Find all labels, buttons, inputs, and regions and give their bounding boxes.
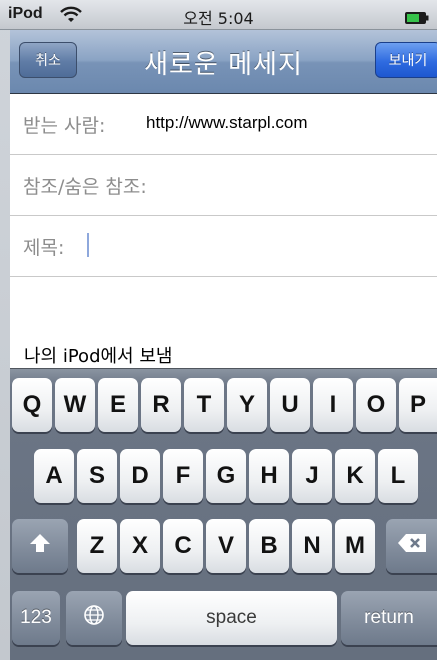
subject-field[interactable]: 제목: bbox=[10, 216, 437, 277]
shift-key[interactable] bbox=[12, 519, 68, 573]
to-label: 받는 사람: bbox=[23, 115, 106, 137]
key-u[interactable]: U bbox=[270, 378, 310, 432]
key-v[interactable]: V bbox=[206, 519, 246, 573]
message-signature[interactable]: 나의 iPod에서 보냄 bbox=[24, 342, 172, 368]
send-button[interactable]: 보내기 bbox=[375, 42, 437, 78]
key-p[interactable]: P bbox=[399, 378, 437, 432]
key-e[interactable]: E bbox=[98, 378, 138, 432]
key-k[interactable]: K bbox=[335, 449, 375, 503]
status-time: 오전 5:04 bbox=[183, 9, 254, 28]
globe-key[interactable] bbox=[66, 591, 122, 645]
nav-bar: 취소 새로운 메세지 보내기 bbox=[10, 30, 437, 94]
key-y[interactable]: Y bbox=[227, 378, 267, 432]
to-field[interactable]: 받는 사람: http://www.starpl.com bbox=[10, 94, 437, 155]
to-value[interactable]: http://www.starpl.com bbox=[146, 113, 308, 133]
keyboard: Q W E R T Y U I O P A S D F G H J K L Z … bbox=[10, 368, 437, 660]
key-g[interactable]: G bbox=[206, 449, 246, 503]
key-j[interactable]: J bbox=[292, 449, 332, 503]
globe-icon bbox=[83, 604, 105, 633]
delete-key[interactable] bbox=[386, 519, 437, 573]
text-cursor bbox=[87, 233, 89, 257]
key-z[interactable]: Z bbox=[77, 519, 117, 573]
key-f[interactable]: F bbox=[163, 449, 203, 503]
key-d[interactable]: D bbox=[120, 449, 160, 503]
key-a[interactable]: A bbox=[34, 449, 74, 503]
key-i[interactable]: I bbox=[313, 378, 353, 432]
space-key[interactable]: space bbox=[126, 591, 337, 645]
status-bar: iPod 오전 5:04 bbox=[0, 0, 437, 30]
key-n[interactable]: N bbox=[292, 519, 332, 573]
subject-label: 제목: bbox=[23, 237, 65, 259]
key-q[interactable]: Q bbox=[12, 378, 52, 432]
key-r[interactable]: R bbox=[141, 378, 181, 432]
left-edge bbox=[0, 0, 10, 660]
shift-arrow-icon bbox=[29, 532, 51, 560]
key-x[interactable]: X bbox=[120, 519, 160, 573]
cc-bcc-label: 참조/숨은 참조: bbox=[23, 176, 147, 198]
page-title: 새로운 메세지 bbox=[144, 50, 303, 80]
key-w[interactable]: W bbox=[55, 378, 95, 432]
numbers-key[interactable]: 123 bbox=[12, 591, 60, 645]
key-c[interactable]: C bbox=[163, 519, 203, 573]
battery-icon bbox=[405, 9, 429, 24]
key-l[interactable]: L bbox=[378, 449, 418, 503]
key-o[interactable]: O bbox=[356, 378, 396, 432]
key-s[interactable]: S bbox=[77, 449, 117, 503]
return-key[interactable]: return bbox=[341, 591, 437, 645]
key-h[interactable]: H bbox=[249, 449, 289, 503]
compose-screen: iPod 오전 5:04 취소 새로운 메세지 보내기 받는 사람: http:… bbox=[0, 0, 437, 660]
key-t[interactable]: T bbox=[184, 378, 224, 432]
delete-backspace-icon bbox=[397, 532, 427, 560]
cc-bcc-field[interactable]: 참조/숨은 참조: bbox=[10, 155, 437, 216]
key-m[interactable]: M bbox=[335, 519, 375, 573]
key-b[interactable]: B bbox=[249, 519, 289, 573]
